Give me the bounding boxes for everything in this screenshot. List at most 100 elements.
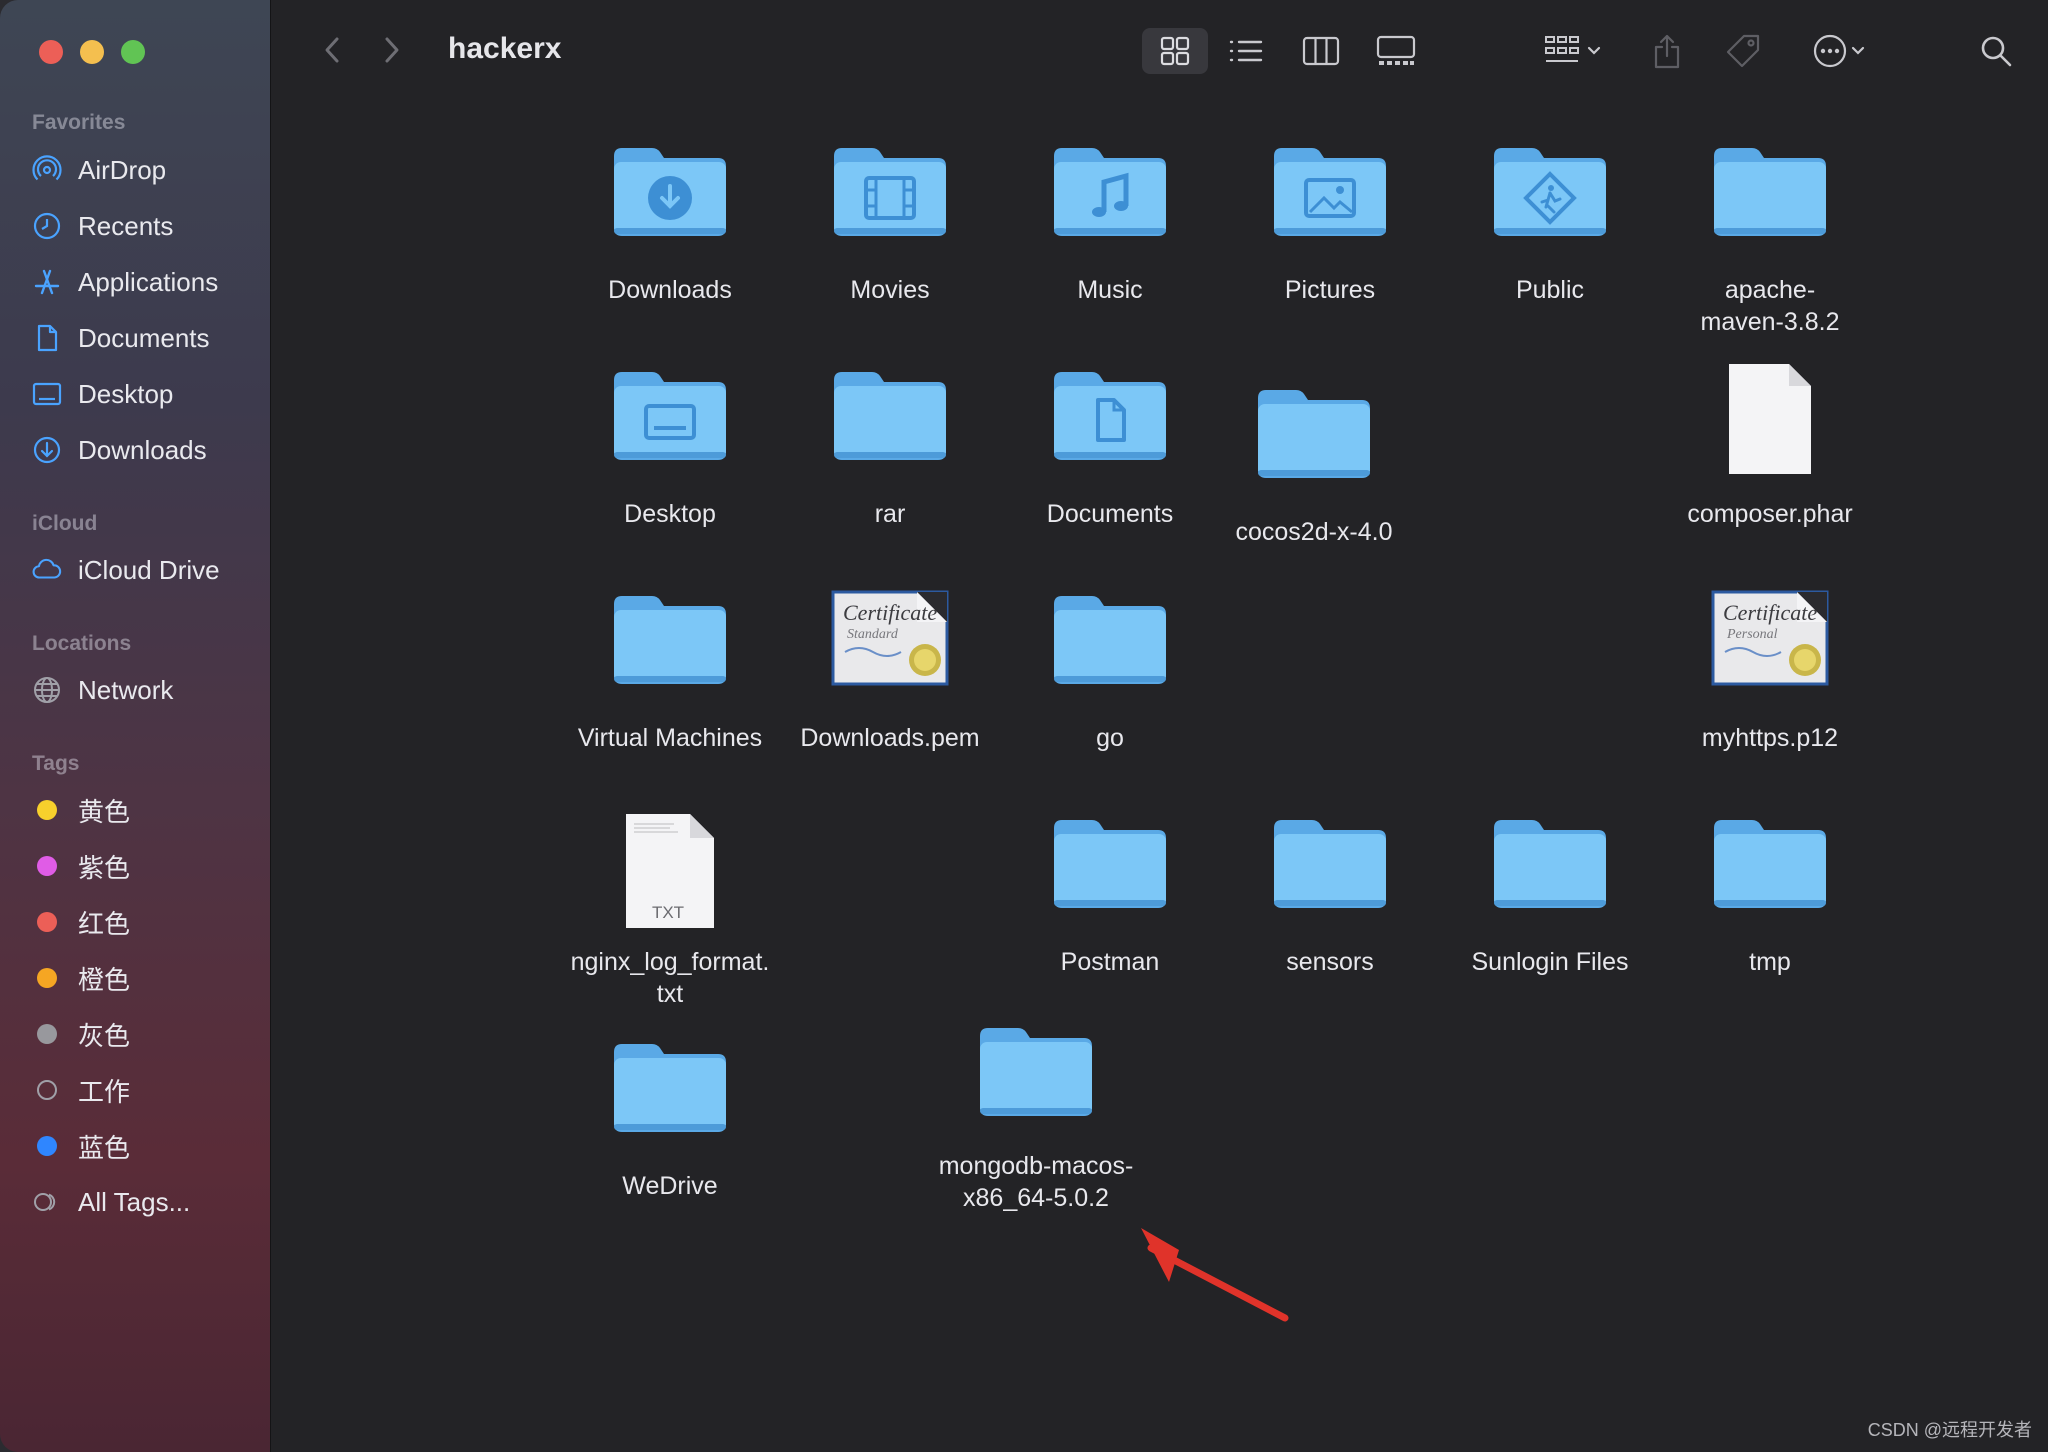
- toolbar: hackerx: [271, 0, 2048, 104]
- tag-dot-icon: [32, 907, 62, 937]
- sidebar-tag-gray[interactable]: 灰色: [32, 1012, 262, 1056]
- chevron-down-icon: [1587, 46, 1601, 55]
- close-window-button[interactable]: [39, 40, 63, 64]
- file-name: Movies: [850, 276, 930, 304]
- sidebar-item-label: Documents: [78, 322, 210, 353]
- file-name: Pictures: [1284, 276, 1376, 304]
- watermark: CSDN @远程开发者: [1867, 1420, 2032, 1440]
- folder-icon: [1225, 812, 1435, 912]
- icon-view-button[interactable]: [1142, 28, 1208, 74]
- gallery-icon: [1376, 35, 1416, 65]
- locations-header: Locations: [32, 632, 132, 655]
- group-by-button[interactable]: [1529, 28, 1619, 74]
- forward-button[interactable]: [373, 32, 409, 68]
- tag-dot-icon: [32, 795, 62, 825]
- gallery-view-button[interactable]: [1366, 28, 1426, 74]
- sidebar-tag-red[interactable]: 红色: [32, 900, 262, 944]
- applications-icon: [32, 267, 62, 297]
- grid-icon: [1160, 36, 1190, 66]
- folder-icon: [1445, 812, 1655, 912]
- tag-dot-icon: [32, 1019, 62, 1049]
- sidebar-item-applications[interactable]: Applications: [32, 260, 262, 304]
- file-name: apache- maven-3.8.2: [1700, 276, 1840, 336]
- folder-icon: [1005, 364, 1215, 464]
- chevron-right-icon: [385, 37, 399, 63]
- folder-icon: [565, 364, 775, 464]
- tags-header: Tags: [32, 752, 80, 775]
- back-button[interactable]: [315, 32, 351, 68]
- sidebar-item-label: 工作: [78, 1076, 131, 1107]
- file-name: go: [1096, 724, 1124, 752]
- file-name: tmp: [1749, 948, 1791, 976]
- share-button[interactable]: [1642, 28, 1692, 74]
- folder-icon: [1665, 140, 1875, 240]
- file-name: Downloads.pem: [800, 724, 980, 752]
- svg-text:TXT: TXT: [652, 903, 684, 922]
- action-button[interactable]: [1798, 28, 1882, 74]
- folder-icon: [565, 588, 775, 688]
- sidebar-tag-orange[interactable]: 橙色: [32, 956, 262, 1000]
- folder-icon: [785, 140, 995, 240]
- tags-button[interactable]: [1718, 28, 1768, 74]
- sidebar-item-recents[interactable]: Recents: [32, 204, 262, 248]
- folder-icon: [1445, 140, 1655, 240]
- file-name: myhttps.p12: [1701, 724, 1839, 752]
- file-name: Sunlogin Files: [1471, 948, 1629, 976]
- sidebar: Favorites AirDrop Recents Applications D…: [0, 0, 271, 1452]
- sidebar-tag-blue[interactable]: 蓝色: [32, 1124, 262, 1168]
- sidebar-item-downloads[interactable]: Downloads: [32, 428, 262, 472]
- sidebar-item-label: Downloads: [78, 434, 207, 465]
- icloud-header: iCloud: [32, 512, 98, 535]
- tag-dot-icon: [32, 963, 62, 993]
- column-view-button[interactable]: [1291, 28, 1351, 74]
- sidebar-item-label: AirDrop: [78, 154, 167, 185]
- all-tags-icon: [32, 1187, 62, 1217]
- airdrop-icon: [32, 155, 62, 185]
- list-view-button[interactable]: [1216, 28, 1276, 74]
- chevron-down-icon: [1851, 46, 1865, 55]
- sidebar-item-label: All Tags...: [78, 1186, 191, 1217]
- file-name: WeDrive: [622, 1172, 718, 1200]
- clock-icon: [32, 211, 62, 241]
- download-icon: [32, 435, 62, 465]
- sidebar-tag-purple[interactable]: 紫色: [32, 844, 262, 888]
- tag-icon: [1726, 34, 1760, 68]
- annotation-arrow: [1141, 1228, 1289, 1322]
- zoom-window-button[interactable]: [121, 40, 145, 64]
- file-icon: [1665, 360, 1875, 478]
- sidebar-item-label: 黄色: [78, 796, 131, 827]
- file-name: Virtual Machines: [577, 724, 763, 752]
- minimize-window-button[interactable]: [80, 40, 104, 64]
- sidebar-tag-work[interactable]: 工作: [32, 1068, 262, 1112]
- file-name: nginx_log_format. txt: [570, 948, 770, 1008]
- certificate-icon: Certificate Personal: [1665, 588, 1875, 688]
- file-name: rar: [874, 500, 906, 528]
- sidebar-item-label: 灰色: [78, 1020, 131, 1051]
- search-button[interactable]: [1971, 28, 2021, 74]
- folder-icon: [1005, 140, 1215, 240]
- file-name: Documents: [1046, 500, 1174, 528]
- favorites-header: Favorites: [32, 111, 126, 134]
- sidebar-item-desktop[interactable]: Desktop: [32, 372, 262, 416]
- sidebar-item-documents[interactable]: Documents: [32, 316, 262, 360]
- group-icon: [1545, 36, 1579, 62]
- file-name: sensors: [1286, 948, 1374, 976]
- sidebar-item-label: Applications: [78, 266, 219, 297]
- sidebar-item-icloud-drive[interactable]: iCloud Drive: [32, 548, 262, 592]
- file-name: Downloads: [608, 276, 732, 304]
- list-icon: [1229, 40, 1263, 62]
- sidebar-item-airdrop[interactable]: AirDrop: [32, 148, 262, 192]
- svg-text:Standard: Standard: [847, 627, 899, 642]
- sidebar-all-tags[interactable]: All Tags...: [32, 1180, 262, 1224]
- sidebar-item-label: 紫色: [78, 852, 131, 883]
- sidebar-item-network[interactable]: Network: [32, 668, 262, 712]
- folder-icon: [785, 364, 995, 464]
- more-icon: [1813, 34, 1847, 68]
- sidebar-tag-yellow[interactable]: 黄色: [32, 788, 262, 832]
- main-pane: hackerx Downloads Movies Music Pictures …: [271, 0, 2048, 1452]
- folder-icon: [565, 1036, 775, 1136]
- document-icon: [32, 323, 62, 353]
- file-name: Public: [1515, 276, 1585, 304]
- folder-icon: [1225, 140, 1435, 240]
- certificate-icon: Certificate Standard: [785, 588, 995, 688]
